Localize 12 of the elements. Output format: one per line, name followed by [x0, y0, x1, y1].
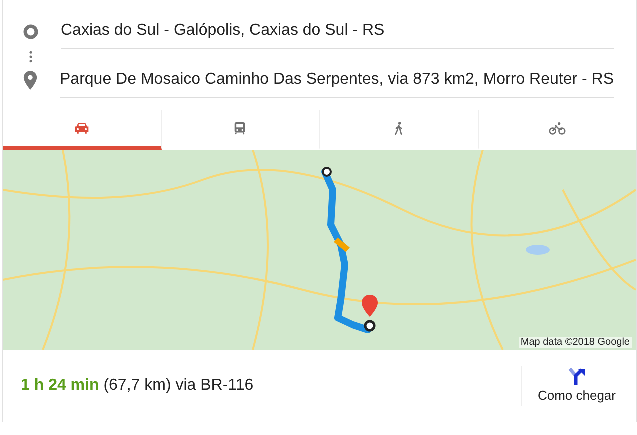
bicycle-icon [548, 122, 566, 134]
dotted-line-icon [28, 51, 34, 63]
walking-person-icon [394, 120, 404, 136]
bus-icon [234, 120, 246, 136]
destination-field[interactable]: Parque De Mosaico Caminho Das Serpentes, via 873 km2, Morro Reuter - RS [60, 63, 614, 98]
origin-circle-icon [23, 24, 39, 40]
origin-field[interactable]: Caxias do Sul - Galópolis, Caxias do Sul - RS [61, 14, 614, 49]
map-attribution: Map data ©2018 Google [518, 337, 632, 348]
location-pin-icon [23, 70, 38, 91]
car-icon [74, 122, 90, 134]
fork-arrow-icon [566, 366, 587, 386]
route-summary: 1 h 24 min (67,7 km) via BR-116 [20, 377, 254, 395]
